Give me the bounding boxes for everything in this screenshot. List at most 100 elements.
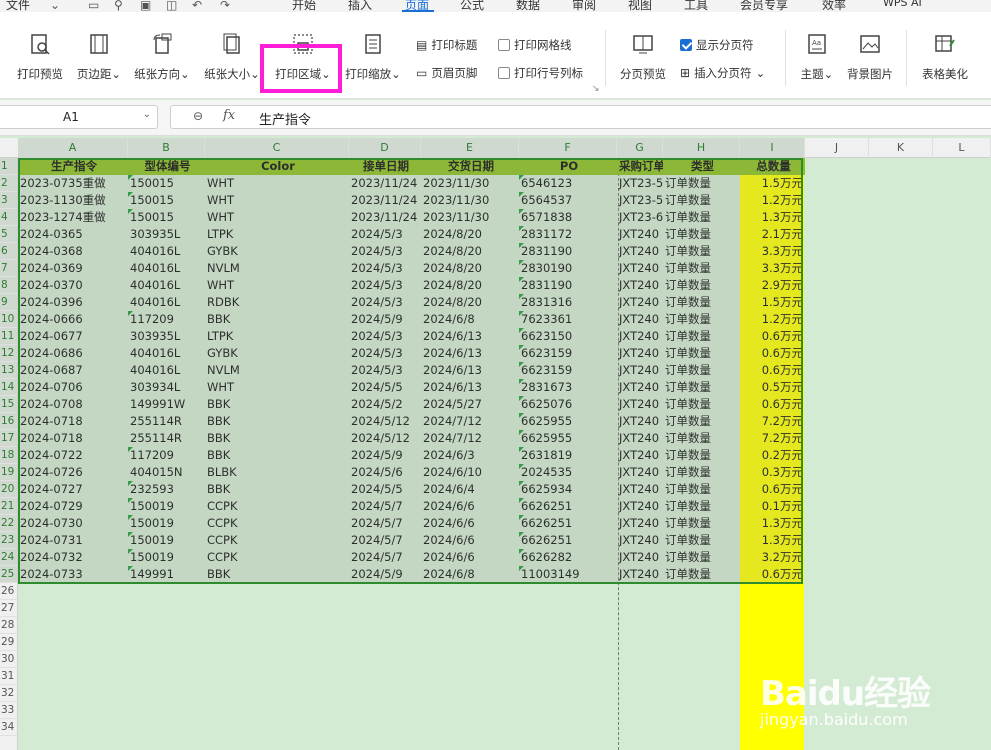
table-cell[interactable]: JXT240 <box>617 430 663 447</box>
table-cell[interactable]: 2024/6/6 <box>421 532 519 549</box>
table-cell[interactable]: 150015 <box>128 192 205 209</box>
table-cell[interactable]: 2024/5/3 <box>349 294 421 311</box>
table-cell[interactable]: 2830190 <box>519 260 617 277</box>
row-header[interactable]: 16 <box>0 413 17 430</box>
table-cell[interactable]: 2024/6/13 <box>421 362 519 379</box>
table-cell[interactable]: 3.3万元 <box>740 260 805 277</box>
table-cell[interactable]: 订单数量 <box>663 362 740 379</box>
table-cell[interactable]: 2024/8/20 <box>421 294 519 311</box>
table-cell[interactable]: 0.6万元 <box>740 481 805 498</box>
table-cell[interactable]: 0.1万元 <box>740 498 805 515</box>
print-row-col-headers-checkbox[interactable]: 打印行号列标 <box>498 64 583 82</box>
row-header[interactable]: 9 <box>0 294 17 311</box>
table-cell[interactable]: 2023-1130重做 <box>18 192 128 209</box>
tab-data[interactable]: 数据 <box>516 0 540 12</box>
table-cell[interactable]: RDBK <box>205 294 349 311</box>
insert-page-break-button[interactable]: ⊞ 插入分页符 ⌄ <box>680 64 765 82</box>
table-cell[interactable]: 2024/5/5 <box>349 481 421 498</box>
table-cell[interactable]: 149991 <box>128 566 205 583</box>
column-header-c[interactable]: C <box>205 138 349 158</box>
save-icon[interactable]: ▭ <box>88 0 99 12</box>
chevron-down-icon[interactable]: ⌄ <box>143 109 151 120</box>
table-cell[interactable]: JXT240 <box>617 362 663 379</box>
table-cell[interactable]: JXT240 <box>617 260 663 277</box>
table-cell[interactable]: 2023-1274重做 <box>18 209 128 226</box>
table-cell[interactable]: BBK <box>205 396 349 413</box>
row-header[interactable]: 12 <box>0 345 17 362</box>
table-cell[interactable]: 404016L <box>128 243 205 260</box>
row-header[interactable]: 4 <box>0 209 17 226</box>
table-cell[interactable]: 2024/6/4 <box>421 481 519 498</box>
table-cell[interactable]: 404016L <box>128 277 205 294</box>
table-cell[interactable]: JXT240 <box>617 413 663 430</box>
row-header[interactable]: 31 <box>0 668 17 685</box>
table-cell[interactable]: 404016L <box>128 345 205 362</box>
row-header[interactable]: 23 <box>0 532 17 549</box>
table-cell[interactable]: 2024/5/7 <box>349 532 421 549</box>
table-cell[interactable]: 2024-0369 <box>18 260 128 277</box>
print-titles-button[interactable]: ▤ 打印标题 <box>416 36 477 54</box>
table-cell[interactable]: 1.5万元 <box>740 294 805 311</box>
table-cell[interactable]: 2024/5/2 <box>349 396 421 413</box>
table-cell[interactable]: 2024/5/7 <box>349 515 421 532</box>
header-cell[interactable]: 类型 <box>663 158 740 175</box>
tab-formula[interactable]: 公式 <box>460 0 484 12</box>
table-cell[interactable]: 2024-0730 <box>18 515 128 532</box>
table-cell[interactable]: 2831316 <box>519 294 617 311</box>
row-header[interactable]: 27 <box>0 600 17 617</box>
table-cell[interactable]: 2023/11/24 <box>349 175 421 192</box>
table-cell[interactable]: 订单数量 <box>663 379 740 396</box>
table-cell[interactable]: 1.2万元 <box>740 311 805 328</box>
table-cell[interactable]: 2024/5/9 <box>349 447 421 464</box>
print-icon[interactable]: ▣ <box>140 0 151 12</box>
row-header[interactable]: 5 <box>0 226 17 243</box>
table-cell[interactable]: 404016L <box>128 294 205 311</box>
table-cell[interactable]: 2024/8/20 <box>421 277 519 294</box>
table-cell[interactable]: 2023/11/30 <box>421 209 519 226</box>
table-cell[interactable]: 3.3万元 <box>740 243 805 260</box>
header-cell[interactable]: 生产指令 <box>18 158 128 175</box>
table-cell[interactable]: 订单数量 <box>663 481 740 498</box>
header-cell[interactable]: 接单日期 <box>349 158 421 175</box>
header-footer-button[interactable]: ▭ 页眉页脚 <box>416 64 477 82</box>
table-cell[interactable]: 2024-0687 <box>18 362 128 379</box>
table-cell[interactable]: 2024-0365 <box>18 226 128 243</box>
wps-ai-button[interactable]: WPS AI <box>883 0 922 9</box>
table-cell[interactable]: 6564537 <box>519 192 617 209</box>
name-box[interactable]: A1 ⌄ <box>0 105 158 129</box>
table-cell[interactable]: WHT <box>205 379 349 396</box>
table-cell[interactable]: 2024/8/20 <box>421 226 519 243</box>
table-cell[interactable]: 404015N <box>128 464 205 481</box>
header-cell[interactable]: 型体编号 <box>128 158 205 175</box>
header-cell[interactable]: 总数量 <box>740 158 805 175</box>
table-cell[interactable]: 2024/5/3 <box>349 226 421 243</box>
table-cell[interactable]: WHT <box>205 175 349 192</box>
table-cell[interactable]: 订单数量 <box>663 328 740 345</box>
zoom-icon[interactable]: ⊖ <box>193 109 203 123</box>
table-cell[interactable]: 150015 <box>128 209 205 226</box>
table-cell[interactable]: WHT <box>205 192 349 209</box>
table-cell[interactable]: 订单数量 <box>663 294 740 311</box>
table-cell[interactable]: 2024/5/7 <box>349 498 421 515</box>
table-cell[interactable]: 7.2万元 <box>740 430 805 447</box>
table-cell[interactable]: 404016L <box>128 260 205 277</box>
table-cell[interactable]: 订单数量 <box>663 549 740 566</box>
table-cell[interactable]: 2831172 <box>519 226 617 243</box>
tab-tools[interactable]: 工具 <box>684 0 708 12</box>
row-header[interactable]: 18 <box>0 447 17 464</box>
table-cell[interactable]: 2024/5/3 <box>349 277 421 294</box>
table-cell[interactable]: BBK <box>205 447 349 464</box>
table-cell[interactable]: 2024-0722 <box>18 447 128 464</box>
table-cell[interactable]: JXT240 <box>617 294 663 311</box>
table-cell[interactable]: 2024-0727 <box>18 481 128 498</box>
table-cell[interactable]: 3.2万元 <box>740 549 805 566</box>
header-cell[interactable]: Color <box>205 158 349 175</box>
table-cell[interactable]: CCPK <box>205 549 349 566</box>
table-cell[interactable]: 订单数量 <box>663 532 740 549</box>
table-cell[interactable]: 订单数量 <box>663 226 740 243</box>
table-cell[interactable]: 2.1万元 <box>740 226 805 243</box>
table-cell[interactable]: 2024-0729 <box>18 498 128 515</box>
table-cell[interactable]: 2024/6/13 <box>421 345 519 362</box>
row-header[interactable]: 14 <box>0 379 17 396</box>
row-header[interactable]: 3 <box>0 192 17 209</box>
